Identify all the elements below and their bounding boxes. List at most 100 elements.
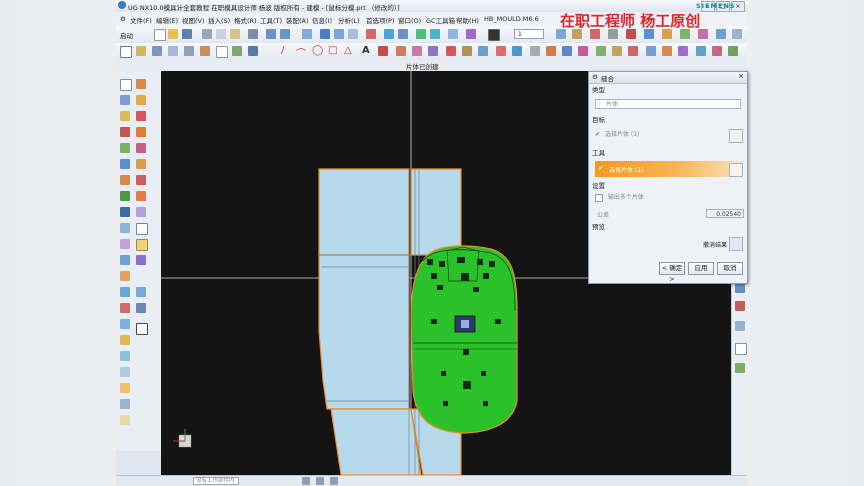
trim-curve-icon[interactable]	[496, 46, 506, 56]
sew-feature-icon[interactable]	[136, 287, 146, 297]
through-curves-icon[interactable]	[136, 159, 146, 169]
web-browser-icon[interactable]	[735, 321, 745, 331]
revolve-icon[interactable]	[120, 111, 130, 121]
extend-sheet-icon[interactable]	[712, 46, 722, 56]
clock-icon[interactable]	[136, 239, 148, 251]
type-combo[interactable]: 片体	[595, 99, 741, 109]
text-icon[interactable]: A	[362, 45, 370, 56]
redo-icon[interactable]	[280, 29, 290, 39]
cylinder-icon[interactable]	[120, 175, 130, 185]
join-curve-icon[interactable]	[462, 46, 472, 56]
edit-object-icon[interactable]	[232, 46, 242, 56]
menu-window[interactable]: 窗口(O)	[398, 15, 421, 25]
boss-icon[interactable]	[120, 143, 130, 153]
link-icon[interactable]	[184, 46, 194, 56]
offset-curve-icon[interactable]	[396, 46, 406, 56]
roles-icon[interactable]	[735, 363, 745, 373]
part-navigator-icon[interactable]	[735, 283, 745, 293]
multi-sheet-checkbox[interactable]	[595, 193, 603, 202]
extrude-icon[interactable]	[120, 95, 130, 105]
work-layer-select[interactable]: 1	[514, 29, 544, 39]
menu-hb-mould[interactable]: HB_MOULD M6.6	[484, 15, 539, 23]
snap-curve-icon[interactable]	[628, 46, 638, 56]
target-section[interactable]: 目标	[592, 116, 744, 125]
ruled-surface-icon[interactable]	[136, 175, 146, 185]
paint-icon[interactable]	[200, 46, 210, 56]
thicken-icon[interactable]	[136, 143, 146, 153]
folder-icon[interactable]	[136, 46, 146, 56]
trim-body-icon[interactable]	[120, 383, 130, 393]
divide-curve-icon[interactable]	[512, 46, 522, 56]
fillet-curve-icon[interactable]	[546, 46, 556, 56]
offset-surface-icon[interactable]	[728, 46, 738, 56]
more-tools-icon[interactable]	[732, 29, 742, 39]
intersect-curve-icon[interactable]	[428, 46, 438, 56]
shell-icon[interactable]	[120, 303, 130, 313]
undo-result-icon[interactable]	[729, 237, 743, 251]
edit-section-icon[interactable]	[448, 29, 458, 39]
bridge-curve-icon[interactable]	[446, 46, 456, 56]
apply-button[interactable]: 应用	[688, 262, 714, 275]
scale-curve-icon[interactable]	[596, 46, 606, 56]
mirror-icon[interactable]	[120, 367, 130, 377]
line-tool-icon[interactable]	[248, 46, 258, 56]
surface-icon[interactable]	[646, 46, 656, 56]
datum-plane-icon[interactable]	[136, 79, 146, 89]
multi-sheet-row[interactable]: 输出多个片体	[595, 193, 741, 203]
undo-icon[interactable]	[266, 29, 276, 39]
menu-tools[interactable]: 工具(T)	[260, 15, 282, 25]
line-icon[interactable]: /	[281, 45, 284, 56]
bounded-plane-icon[interactable]	[136, 191, 146, 201]
spline-icon[interactable]	[378, 46, 388, 56]
history-icon[interactable]	[735, 343, 747, 355]
settings-section[interactable]: 设置	[592, 182, 744, 191]
cut-sheet-icon[interactable]	[302, 29, 312, 39]
blank-icon[interactable]	[216, 46, 228, 58]
snap-midpoint-icon[interactable]	[316, 477, 324, 485]
delete-icon[interactable]	[248, 29, 258, 39]
delete-face-icon[interactable]	[120, 415, 130, 425]
curve-icon[interactable]	[152, 46, 162, 56]
tolerance-input[interactable]: 0.02540	[706, 209, 744, 218]
intersect-icon[interactable]	[120, 255, 130, 265]
patch-body-icon[interactable]	[136, 303, 146, 313]
trim-sheet-icon[interactable]	[696, 46, 706, 56]
cancel-button[interactable]: 取消	[717, 262, 743, 275]
circle-icon[interactable]: ◯	[312, 45, 323, 56]
menu-assemblies[interactable]: 装配(A)	[286, 15, 309, 25]
block-icon[interactable]	[120, 159, 130, 169]
unsew-icon[interactable]	[136, 323, 148, 335]
cone-icon[interactable]	[120, 191, 130, 201]
selection-scope[interactable]: 没有工作部件内	[193, 477, 239, 485]
rotate-icon[interactable]	[366, 29, 376, 39]
curve-length-icon[interactable]	[530, 46, 540, 56]
point-icon[interactable]	[136, 127, 146, 137]
zoom-fit-icon[interactable]	[320, 29, 330, 39]
snap-icon[interactable]	[716, 29, 726, 39]
select-tool-icon[interactable]	[729, 163, 743, 177]
tool-section[interactable]: 工具	[592, 149, 744, 158]
menu-edit[interactable]: 编辑(E)	[156, 15, 178, 25]
start-button[interactable]: 启动	[120, 30, 133, 40]
polygon-icon[interactable]: △	[344, 45, 352, 56]
open-file-icon[interactable]	[168, 29, 178, 39]
sew-icon[interactable]	[662, 46, 672, 56]
select-target-icon[interactable]	[729, 129, 743, 143]
menu-view[interactable]: 视图(V)	[182, 15, 205, 25]
extract-geometry-icon[interactable]	[136, 207, 146, 217]
unite-icon[interactable]	[120, 223, 130, 233]
hole-icon[interactable]	[120, 127, 130, 137]
split-body-icon[interactable]	[120, 399, 130, 409]
background-icon[interactable]	[488, 29, 500, 41]
trimetric-view-icon[interactable]	[430, 29, 440, 39]
preview-section[interactable]: 预览	[592, 223, 744, 232]
replace-face-icon[interactable]	[136, 255, 146, 265]
menu-help[interactable]: 帮助(H)	[456, 15, 479, 25]
edge-blend-icon[interactable]	[120, 271, 130, 281]
patch-icon[interactable]	[678, 46, 688, 56]
menu-file[interactable]: 文件(F)	[130, 15, 152, 25]
paste-icon[interactable]	[230, 29, 240, 39]
extract-curve-icon[interactable]	[478, 46, 488, 56]
select-rectangle-icon[interactable]	[120, 46, 132, 58]
snap-endpoint-icon[interactable]	[302, 477, 310, 485]
